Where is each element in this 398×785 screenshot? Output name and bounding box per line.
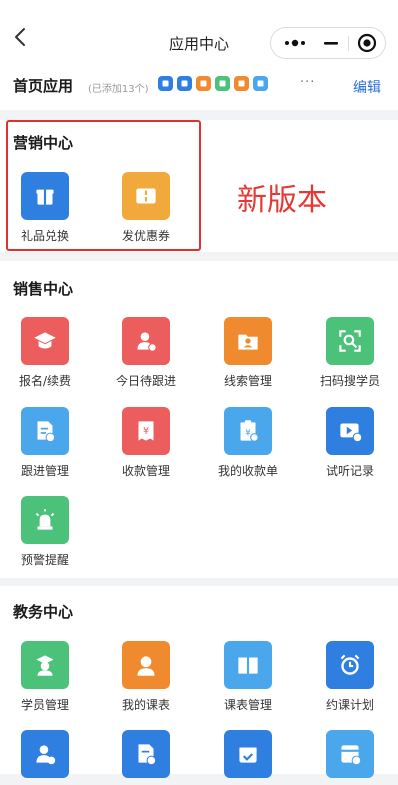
home-app-mini-icon — [215, 76, 230, 91]
book-icon — [224, 641, 272, 689]
folder-person-icon — [224, 317, 272, 365]
home-app-mini-icon — [196, 76, 211, 91]
section-title-academic: 教务中心 — [13, 603, 74, 621]
document-clock-icon — [21, 407, 69, 455]
new-version-note: 新版本 — [237, 183, 327, 218]
app-yen-receipt[interactable]: ¥ 收款管理 — [100, 407, 192, 479]
app-label: 今日待跟进 — [115, 374, 176, 388]
edit-button[interactable]: 编辑 — [353, 77, 381, 97]
navigation-bar: 应用中心 — [0, 0, 398, 64]
home-app-mini-icon — [158, 76, 173, 91]
home-app-mini-icon — [177, 76, 192, 91]
miniprogram-capsule — [270, 27, 386, 59]
home-apps-title: 首页应用 — [13, 77, 74, 95]
app-label: 课表管理 — [223, 698, 272, 712]
app-label: 学员管理 — [20, 698, 69, 712]
app-label: 试听记录 — [325, 464, 374, 478]
graduation-cap-icon — [21, 317, 69, 365]
teacher-icon — [122, 641, 170, 689]
app-alarm-clock[interactable]: 约课计划 — [304, 641, 396, 713]
close-target-icon[interactable] — [351, 28, 387, 58]
scan-search-icon — [326, 317, 374, 365]
app-student[interactable]: 学员管理 — [0, 641, 91, 713]
card-add-icon — [326, 730, 374, 778]
app-label: 扫码搜学员 — [319, 374, 380, 388]
app-clipboard-yen[interactable]: ¥ 我的收款单 — [202, 407, 294, 479]
clipboard-yen-icon: ¥ — [224, 407, 272, 455]
alarm-clock-icon — [326, 641, 374, 689]
app-scan-search[interactable]: 扫码搜学员 — [304, 317, 396, 389]
app-label: 预警提醒 — [20, 553, 69, 567]
app-alarm-light[interactable]: 预警提醒 — [0, 496, 91, 568]
calendar-check-icon — [224, 730, 272, 778]
app-label: 报名/续费 — [18, 374, 72, 388]
yen-receipt-icon: ¥ — [122, 407, 170, 455]
app-book[interactable]: 课表管理 — [202, 641, 294, 713]
added-count: (已添加13个) — [88, 84, 149, 95]
home-app-mini-icon — [234, 76, 249, 91]
app-person-follow[interactable]: 今日待跟进 — [100, 317, 192, 389]
app-document-check[interactable] — [100, 730, 192, 785]
minimize-icon[interactable] — [314, 28, 351, 58]
video-clock-icon — [326, 407, 374, 455]
more-dots-icon[interactable] — [271, 28, 314, 58]
app-video-clock[interactable]: 试听记录 — [304, 407, 396, 479]
section-title-sales: 销售中心 — [13, 280, 74, 298]
app-person-check[interactable] — [0, 730, 91, 785]
student-icon — [21, 641, 69, 689]
app-label: 约课计划 — [325, 698, 374, 712]
app-calendar-check[interactable] — [202, 730, 294, 785]
app-label: 我的课表 — [121, 698, 170, 712]
app-label: 跟进管理 — [20, 464, 69, 478]
home-app-mini-icons — [158, 76, 272, 91]
person-check-icon — [21, 730, 69, 778]
app-graduation-cap[interactable]: 报名/续费 — [0, 317, 91, 389]
app-label: 线索管理 — [223, 374, 272, 388]
alarm-light-icon — [21, 496, 69, 544]
app-teacher[interactable]: 我的课表 — [100, 641, 192, 713]
highlight-box — [6, 120, 201, 251]
home-apps-bar: 首页应用 (已添加13个) ··· 编辑 — [0, 64, 398, 110]
document-check-icon — [122, 730, 170, 778]
app-label: 收款管理 — [121, 464, 170, 478]
person-follow-icon — [122, 317, 170, 365]
more-ellipsis: ··· — [300, 75, 316, 90]
app-label: 我的收款单 — [217, 464, 278, 478]
app-card-add[interactable] — [304, 730, 396, 785]
app-document-clock[interactable]: 跟进管理 — [0, 407, 91, 479]
app-folder-person[interactable]: 线索管理 — [202, 317, 294, 389]
home-app-mini-icon — [253, 76, 268, 91]
svg-text:¥: ¥ — [143, 426, 149, 437]
